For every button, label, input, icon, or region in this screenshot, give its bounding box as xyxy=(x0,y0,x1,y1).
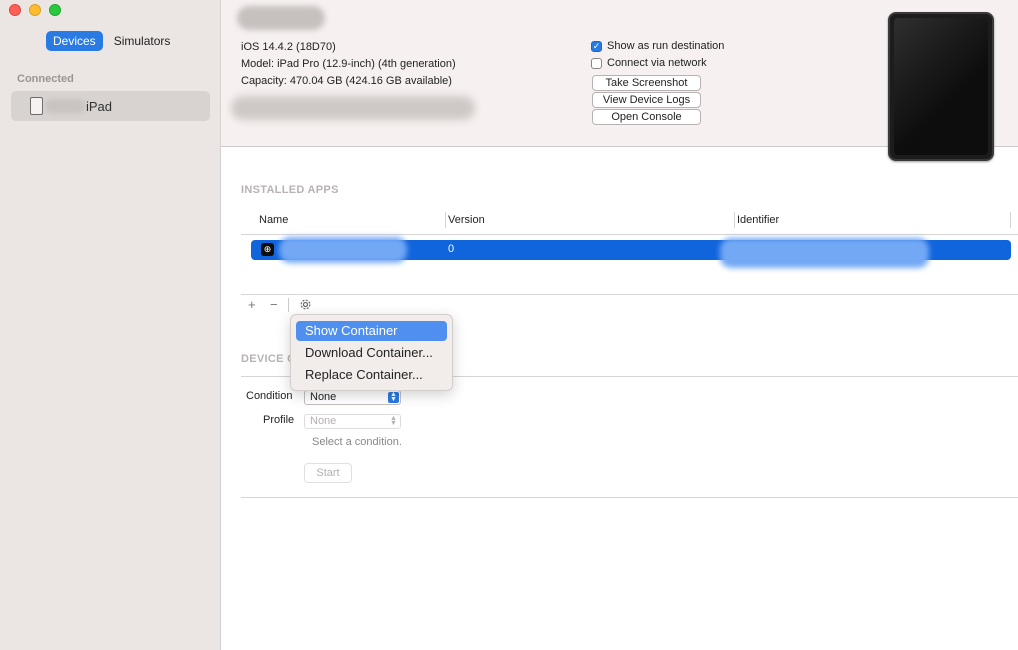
redacted-app-name xyxy=(279,237,407,263)
gear-icon[interactable] xyxy=(299,298,312,311)
menu-item-replace-container[interactable]: Replace Container... xyxy=(296,365,447,385)
menu-item-download-container[interactable]: Download Container... xyxy=(296,343,447,363)
redacted-device-title xyxy=(237,6,325,30)
sidebar-item-device[interactable]: iPad xyxy=(11,91,210,121)
column-header-identifier[interactable]: Identifier xyxy=(737,214,779,226)
minimize-window-button[interactable] xyxy=(29,4,41,16)
installed-apps-title: INSTALLED APPS xyxy=(241,184,339,196)
chevron-updown-icon: ▲ ▼ xyxy=(388,391,399,403)
zoom-window-button[interactable] xyxy=(49,4,61,16)
condition-hint: Select a condition. xyxy=(312,436,402,448)
connect-via-network-checkbox[interactable]: Connect via network xyxy=(591,57,707,69)
device-conditions-title: DEVICE C xyxy=(241,353,296,365)
tab-simulators[interactable]: Simulators xyxy=(107,31,178,51)
column-header-name[interactable]: Name xyxy=(259,214,288,226)
show-as-run-destination-label: Show as run destination xyxy=(607,40,725,52)
ipad-icon xyxy=(30,97,43,115)
connected-section-label: Connected xyxy=(17,73,74,85)
table-row[interactable]: ⊕ 0 xyxy=(251,237,1011,268)
redacted-identifier xyxy=(231,96,475,120)
column-separator xyxy=(1010,212,1011,228)
redacted-app-identifier xyxy=(720,238,929,268)
tab-devices[interactable]: Devices xyxy=(46,31,103,51)
sidebar: Devices Simulators Connected iPad xyxy=(0,0,221,650)
view-device-logs-button[interactable]: View Device Logs xyxy=(592,92,701,108)
connect-via-network-label: Connect via network xyxy=(607,57,707,69)
toolbar-separator xyxy=(288,298,289,312)
app-icon: ⊕ xyxy=(261,243,274,256)
main-panel: iOS 14.4.2 (18D70) Model: iPad Pro (12.9… xyxy=(221,0,1018,650)
profile-value: None xyxy=(310,415,337,427)
device-model: Model: iPad Pro (12.9-inch) (4th generat… xyxy=(241,58,456,70)
checkmark-icon: ✓ xyxy=(591,40,602,52)
devices-simulators-segmented-control: Devices Simulators xyxy=(46,31,177,51)
checkbox-empty-icon xyxy=(591,57,602,69)
app-version: 0 xyxy=(448,243,455,255)
remove-app-button[interactable]: − xyxy=(270,297,278,312)
ios-version: iOS 14.4.2 (18D70) xyxy=(241,41,336,53)
table-header-divider xyxy=(241,234,1018,235)
container-context-menu: Show Container Download Container... Rep… xyxy=(290,314,453,391)
column-header-version[interactable]: Version xyxy=(448,214,485,226)
condition-select[interactable]: None ▲ ▼ xyxy=(304,390,401,405)
start-button[interactable]: Start xyxy=(304,463,352,483)
condition-label: Condition xyxy=(246,390,293,402)
conditions-bottom-divider xyxy=(241,497,1018,498)
add-app-button[interactable]: + xyxy=(248,297,256,312)
column-separator xyxy=(445,212,446,228)
chevron-updown-icon: ▲ ▼ xyxy=(390,415,397,427)
take-screenshot-button[interactable]: Take Screenshot xyxy=(592,75,701,91)
window-controls xyxy=(9,4,61,16)
show-as-run-destination-checkbox[interactable]: ✓ Show as run destination xyxy=(591,40,724,52)
open-console-button[interactable]: Open Console xyxy=(592,109,701,125)
menu-item-show-container[interactable]: Show Container xyxy=(296,321,447,341)
redacted-device-name xyxy=(45,99,85,113)
column-separator xyxy=(734,212,735,228)
table-bottom-divider xyxy=(241,294,1018,295)
profile-select[interactable]: None ▲ ▼ xyxy=(304,414,401,429)
ipad-device-image xyxy=(888,12,994,161)
close-window-button[interactable] xyxy=(9,4,21,16)
device-capacity: Capacity: 470.04 GB (424.16 GB available… xyxy=(241,75,452,87)
device-name: iPad xyxy=(86,99,113,114)
profile-label: Profile xyxy=(263,414,295,426)
condition-value: None xyxy=(310,391,337,403)
